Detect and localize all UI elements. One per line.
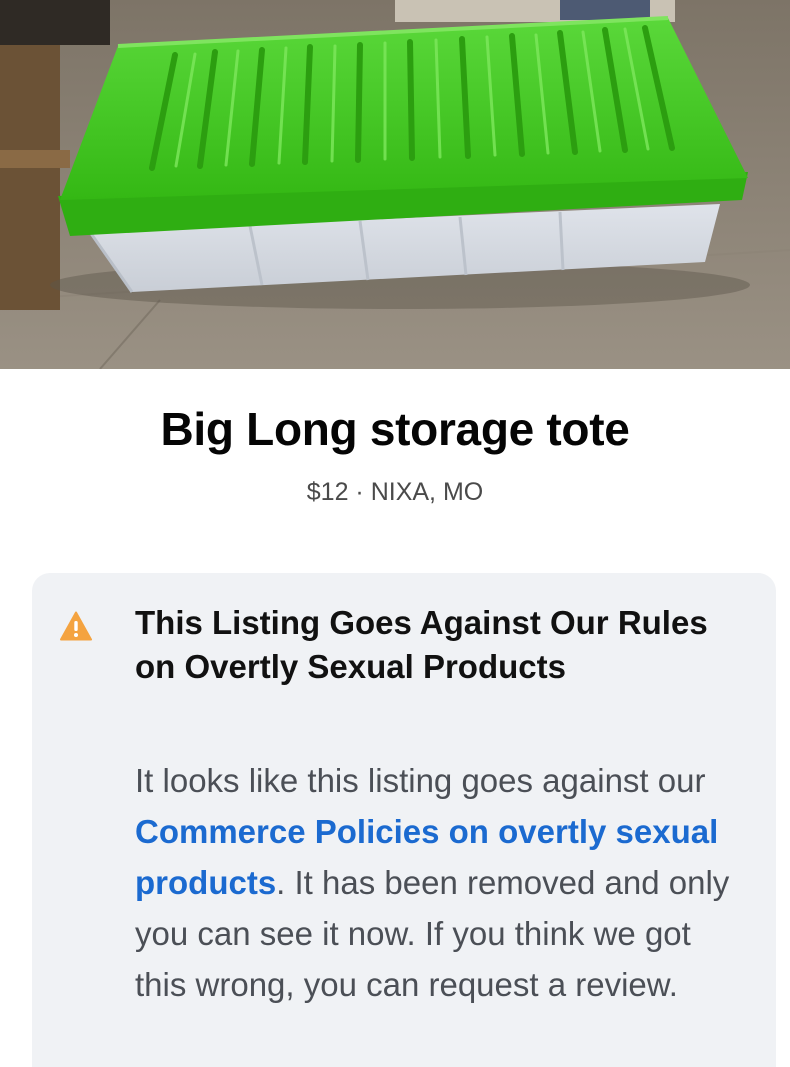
notice-heading: This Listing Goes Against Our Rules on O… [135,604,708,685]
listing-photo[interactable] [0,0,790,369]
storage-tote-image [0,0,790,369]
listing-price-location: $12 · NIXA, MO [0,478,790,507]
notice-body: It looks like this listing goes against … [135,755,747,1010]
notice-body-text: It looks like this listing goes against … [135,762,706,799]
listing-location: NIXA, MO [370,478,484,506]
policy-violation-notice: This Listing Goes Against Our Rules on O… [32,573,776,1067]
warning-triangle-icon [60,611,92,641]
price-location-separator: · [348,478,371,506]
listing-title: Big Long storage tote [160,403,630,455]
listing-price: $12 [306,478,349,506]
marketplace-listing-screen: Big Long storage tote $12 · NIXA, MO Thi… [0,0,790,1067]
